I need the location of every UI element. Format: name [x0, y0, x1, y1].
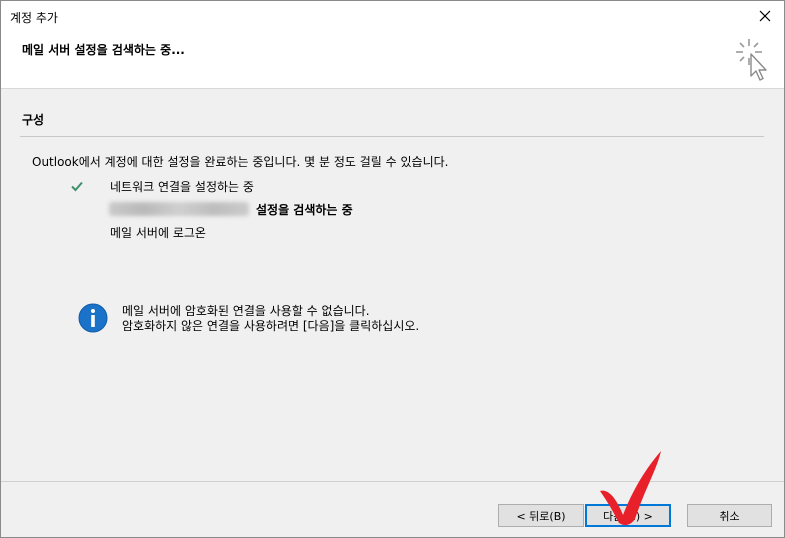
close-icon: [759, 10, 771, 22]
page-title: 메일 서버 설정을 검색하는 중...: [22, 43, 185, 57]
intro-text: Outlook에서 계정에 대한 설정을 완료하는 중입니다. 몇 분 정도 걸…: [32, 155, 449, 169]
blurred-email: [109, 202, 249, 216]
footer-divider: [1, 481, 784, 482]
info-message: 메일 서버에 암호화된 연결을 사용할 수 없습니다. 암호화하지 않은 연결을…: [122, 304, 419, 334]
dialog-header: 메일 서버 설정을 검색하는 중...: [1, 31, 784, 89]
add-account-dialog: 계정 추가 메일 서버 설정을 검색하는 중... 구성 Outlook에서 계…: [0, 0, 785, 538]
section-divider: [20, 136, 764, 137]
step-network: 네트워크 연결을 설정하는 중: [110, 180, 254, 194]
cancel-button[interactable]: 취소: [687, 504, 772, 527]
step-logon: 메일 서버에 로그온: [110, 226, 206, 240]
info-line-2: 암호화하지 않은 연결을 사용하려면 [다음]을 클릭하십시오.: [122, 319, 420, 333]
step-search-settings: 설정을 검색하는 중: [256, 203, 353, 217]
info-line-1: 메일 서버에 암호화된 연결을 사용할 수 없습니다.: [122, 304, 370, 318]
next-button[interactable]: 다음(N) >: [585, 504, 671, 527]
close-button[interactable]: [746, 1, 784, 31]
checkmark-icon: [71, 181, 83, 192]
section-title: 구성: [22, 113, 45, 127]
info-icon: [78, 303, 108, 333]
title-bar: 계정 추가: [1, 1, 784, 31]
back-button[interactable]: < 뒤로(B): [498, 504, 584, 527]
window-title: 계정 추가: [10, 11, 58, 25]
cursor-click-icon: [736, 39, 767, 81]
